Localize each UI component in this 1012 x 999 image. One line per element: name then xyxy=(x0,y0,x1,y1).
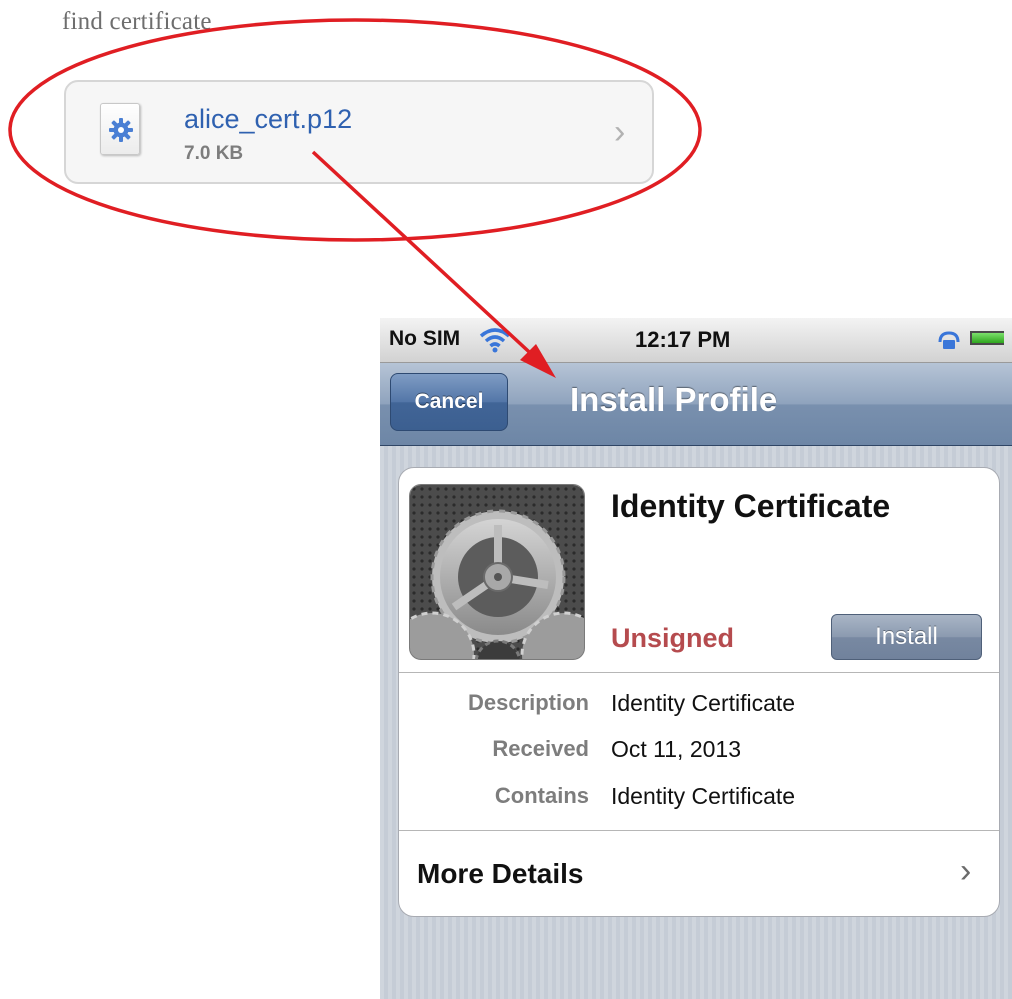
attachment-item[interactable]: alice_cert.p12 7.0 KB › xyxy=(64,80,654,184)
detail-row-description: Description Identity Certificate xyxy=(399,690,999,720)
chevron-right-icon: › xyxy=(960,852,972,890)
install-button[interactable]: Install xyxy=(831,614,982,660)
profile-title: Identity Certificate xyxy=(611,488,891,524)
detail-label: Contains xyxy=(494,783,589,808)
gear-file-icon xyxy=(100,103,140,155)
iphone-screen: No SIM 12:17 PM Cancel Install Profile I… xyxy=(380,318,1012,999)
attachment-name[interactable]: alice_cert.p12 xyxy=(184,104,352,135)
profile-card: Identity Certificate Unsigned Install De… xyxy=(398,467,1000,917)
detail-value: Oct 11, 2013 xyxy=(611,736,741,762)
detail-value: Identity Certificate xyxy=(611,783,796,809)
detail-label: Description xyxy=(467,690,589,715)
detail-label: Received xyxy=(492,736,589,761)
detail-row-contains: Contains Identity Certificate xyxy=(399,783,999,813)
status-time: 12:17 PM xyxy=(635,327,731,352)
status-bar: No SIM 12:17 PM xyxy=(380,318,1012,363)
signature-status: Unsigned xyxy=(611,623,735,653)
more-details-link[interactable]: More Details xyxy=(417,858,584,890)
cancel-button[interactable]: Cancel xyxy=(390,373,508,431)
attachment-size: 7.0 KB xyxy=(184,143,244,164)
wifi-icon xyxy=(478,327,512,358)
divider xyxy=(399,830,999,831)
detail-row-received: Received Oct 11, 2013 xyxy=(399,736,999,766)
settings-gear-icon xyxy=(409,484,585,660)
carrier-label: No SIM xyxy=(389,327,461,350)
caption-text: find certificate xyxy=(62,8,212,35)
divider xyxy=(399,672,999,673)
nav-title: Install Profile xyxy=(570,381,778,418)
chevron-right-icon: › xyxy=(614,113,626,151)
detail-value: Identity Certificate xyxy=(611,690,796,716)
battery-icon xyxy=(970,331,1004,345)
rotation-lock-icon xyxy=(936,330,962,357)
navigation-bar: Cancel Install Profile xyxy=(380,363,1012,446)
